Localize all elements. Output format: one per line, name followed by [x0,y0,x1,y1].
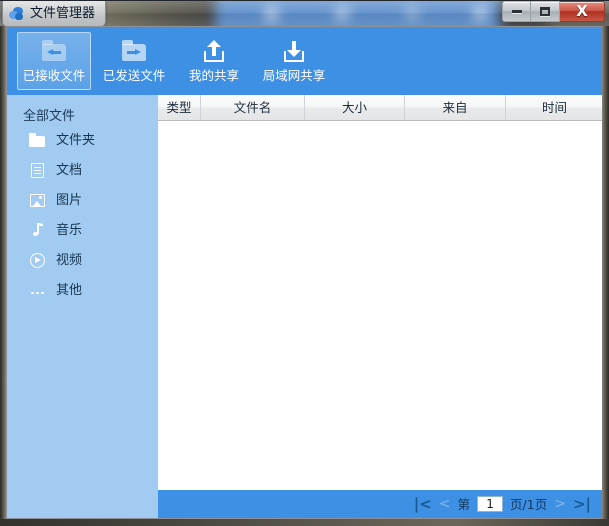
toolbar-button-lan-share[interactable]: 局域网共享 [257,32,331,90]
pagination-suffix: 页/1页 [510,497,547,512]
folder-icon [29,133,46,148]
toolbar-button-my-shares[interactable]: 我的共享 [177,32,251,90]
music-note-icon [29,223,46,238]
sidebar-title: 全部文件 [7,95,158,125]
window-border-right [602,26,609,526]
first-page-icon[interactable]: |< [414,497,432,512]
sidebar-label-other: 其他 [56,283,82,298]
sidebar-item-music[interactable]: 音乐 [7,215,158,245]
folder-arrow-left-icon [40,39,68,65]
column-header-time[interactable]: 时间 [506,95,603,120]
sidebar-label-images: 图片 [56,193,82,208]
title-bar[interactable]: 文件管理器 X [0,0,609,27]
sidebar: 全部文件 文件夹 文档 图片 [7,95,158,518]
document-icon [29,163,46,178]
window-border-bottom [0,519,609,526]
column-header-size[interactable]: 大小 [305,95,405,120]
column-header-source[interactable]: 来自 [405,95,506,120]
prev-page-icon[interactable]: < [439,497,451,512]
window-controls: X [502,1,605,24]
sidebar-item-other[interactable]: 其他 [7,275,158,305]
close-icon: X [576,4,588,19]
column-header-filename[interactable]: 文件名 [201,95,305,120]
title-tab[interactable]: 文件管理器 [2,1,106,27]
sidebar-item-images[interactable]: 图片 [7,185,158,215]
ellipsis-icon [29,280,46,301]
toolbar: 已接收文件 已发送文件 我的共享 [7,27,603,95]
toolbar-label-received-files: 已接收文件 [23,69,86,83]
folder-arrow-right-icon [120,39,148,65]
window-frame: 已接收文件 已发送文件 我的共享 [0,26,609,526]
toolbar-label-lan-share: 局域网共享 [263,69,326,83]
pagination-bar: |< < 第 页/1页 > >| [158,490,603,518]
column-header-type[interactable]: 类型 [158,95,201,120]
sidebar-item-documents[interactable]: 文档 [7,155,158,185]
sidebar-item-videos[interactable]: 视频 [7,245,158,275]
file-list-panel: 类型 文件名 大小 来自 时间 |< < 第 页/1页 > >| [158,95,603,518]
sidebar-label-folders: 文件夹 [56,133,95,148]
toolbar-label-my-shares: 我的共享 [189,69,239,83]
window-client-area: 已接收文件 已发送文件 我的共享 [6,26,604,519]
file-list-header: 类型 文件名 大小 来自 时间 [158,95,603,121]
toolbar-button-received-files[interactable]: 已接收文件 [17,32,91,90]
toolbar-label-sent-files: 已发送文件 [103,69,166,83]
maximize-icon [540,7,550,16]
page-number-input[interactable] [477,496,503,512]
download-icon [280,39,308,65]
next-page-icon[interactable]: > [554,497,566,512]
minimize-button[interactable] [502,1,531,22]
video-play-icon [29,253,46,268]
sidebar-label-music: 音乐 [56,223,82,238]
sidebar-label-documents: 文档 [56,163,82,178]
file-manager-window: 文件管理器 X 已接收文件 [0,0,609,526]
toolbar-button-sent-files[interactable]: 已发送文件 [97,32,171,90]
last-page-icon[interactable]: >| [573,497,591,512]
image-icon [29,193,46,208]
sidebar-item-folders[interactable]: 文件夹 [7,125,158,155]
maximize-button[interactable] [531,1,560,22]
pagination-prefix: 第 [458,497,471,512]
sidebar-label-videos: 视频 [56,253,82,268]
window-title: 文件管理器 [30,7,95,21]
minimize-icon [512,10,522,13]
upload-icon [200,39,228,65]
window-border-left [0,26,6,526]
file-list-body[interactable] [158,121,603,490]
close-button[interactable]: X [560,1,605,22]
cloud-icon [9,7,24,21]
